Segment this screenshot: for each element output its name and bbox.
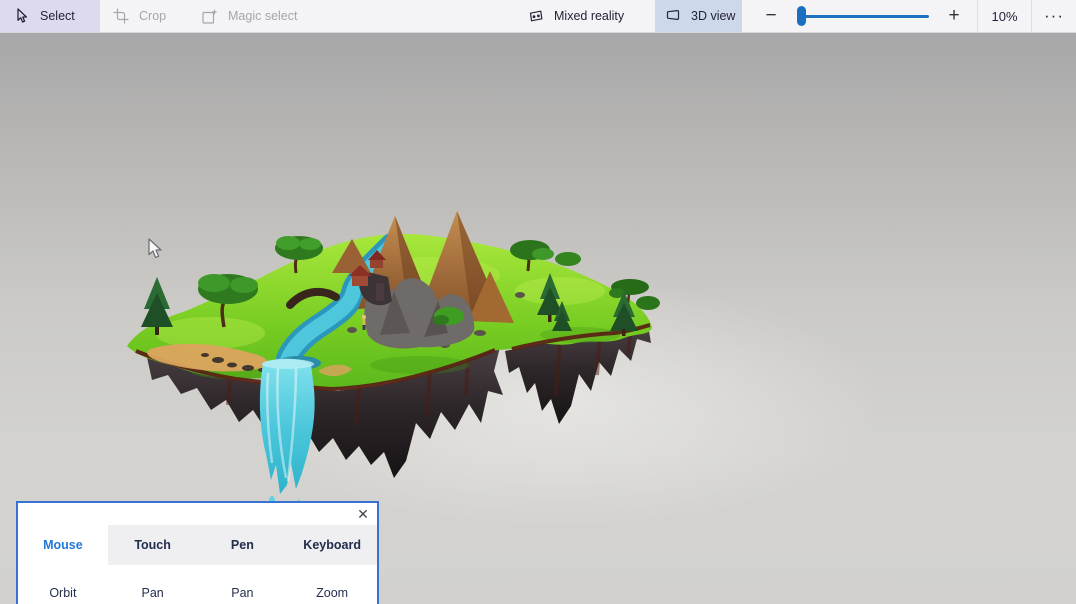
magic-select-label: Magic select <box>228 9 297 23</box>
input-help-panel: ✕ Mouse Touch Pen Keyboard Orbit Pan Pan… <box>16 501 379 604</box>
zoom-slider-track[interactable] <box>798 15 929 18</box>
select-button[interactable]: Select <box>0 0 100 32</box>
cursor-arrow-icon <box>14 8 30 24</box>
mixed-reality-button[interactable]: Mixed reality <box>518 0 630 32</box>
close-icon[interactable]: ✕ <box>354 505 372 523</box>
island-rock-base <box>146 325 651 478</box>
minus-icon: − <box>765 5 776 27</box>
zoom-in-button[interactable]: + <box>938 0 970 32</box>
paint3d-window: Select Crop Magic select Mixed reality 3 <box>0 0 1076 604</box>
crop-icon <box>113 8 129 24</box>
zoom-level-value[interactable]: 10% <box>978 0 1031 32</box>
island-pines <box>141 273 638 336</box>
more-options-button[interactable]: ··· <box>1032 0 1076 32</box>
mouse-cursor-icon <box>146 238 164 260</box>
select-label: Select <box>40 9 75 23</box>
input-mode-tabs: Mouse Touch Pen Keyboard <box>18 525 377 565</box>
action-pan-pen: Pan <box>198 581 288 604</box>
island-village <box>349 250 392 330</box>
magic-select-icon <box>202 8 218 24</box>
zoom-slider-thumb[interactable] <box>797 6 806 26</box>
mixed-reality-icon <box>528 8 544 24</box>
island-grass-top <box>127 234 652 389</box>
action-pan-touch: Pan <box>108 581 198 604</box>
ellipsis-icon: ··· <box>1044 6 1064 26</box>
tab-touch[interactable]: Touch <box>108 525 198 565</box>
tab-keyboard[interactable]: Keyboard <box>287 525 377 565</box>
tab-mouse[interactable]: Mouse <box>18 525 108 565</box>
plus-icon: + <box>948 5 959 27</box>
island-sand-paths <box>147 283 525 376</box>
island-mountains <box>332 211 514 349</box>
island-trees <box>198 236 660 327</box>
top-toolbar: Select Crop Magic select Mixed reality 3 <box>0 0 1076 33</box>
mixed-reality-label: Mixed reality <box>554 9 624 23</box>
tiny-figure <box>362 315 366 330</box>
crop-label: Crop <box>139 9 166 23</box>
3d-view-button[interactable]: 3D view <box>655 0 742 32</box>
tab-pen[interactable]: Pen <box>198 525 288 565</box>
island-river <box>277 245 392 370</box>
crop-button[interactable]: Crop <box>100 0 192 32</box>
action-orbit: Orbit <box>18 581 108 604</box>
3d-view-icon <box>665 8 681 24</box>
3d-view-label: 3D view <box>691 9 735 23</box>
action-zoom: Zoom <box>287 581 377 604</box>
input-actions-row: Orbit Pan Pan Zoom <box>18 581 377 604</box>
magic-select-button[interactable]: Magic select <box>192 0 310 32</box>
zoom-slider[interactable] <box>792 0 934 32</box>
zoom-out-button[interactable]: − <box>756 0 786 32</box>
